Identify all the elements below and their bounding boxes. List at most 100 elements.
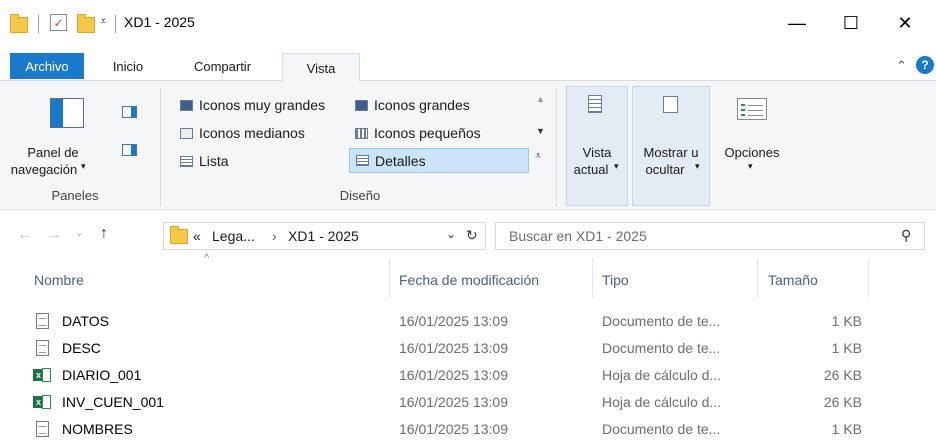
- gallery-scroll-down-icon[interactable]: ▼: [536, 126, 545, 136]
- layout-label: Iconos grandes: [374, 97, 470, 113]
- breadcrumb-xd1[interactable]: XD1 - 2025: [288, 228, 359, 244]
- text-file-icon: [36, 421, 49, 437]
- text-file-icon: [36, 313, 49, 329]
- file-size: 26 KB: [823, 394, 862, 410]
- column-divider[interactable]: [757, 258, 758, 298]
- opciones-button[interactable]: Opciones: [714, 144, 790, 161]
- file-size: 26 KB: [823, 367, 862, 383]
- file-row[interactable]: x INV_CUEN_001 16/01/2025 13:09 Hoja de …: [0, 387, 936, 417]
- layout-lista[interactable]: Lista: [180, 150, 229, 172]
- large-icons-icon: [355, 99, 368, 111]
- tab-inicio[interactable]: Inicio: [96, 53, 160, 79]
- layout-detalles-selected[interactable]: Detalles: [349, 148, 529, 173]
- file-size: 1 KB: [831, 340, 862, 356]
- layout-iconos-pequenos[interactable]: Iconos pequeños: [355, 122, 481, 144]
- file-name: DESC: [62, 340, 101, 356]
- column-header-size[interactable]: Tamaño: [768, 262, 818, 298]
- file-row[interactable]: DESC 16/01/2025 13:09 Documento de te...…: [0, 333, 936, 363]
- help-icon[interactable]: ?: [916, 56, 934, 74]
- column-header-date[interactable]: Fecha de modificación: [399, 262, 539, 298]
- file-type: Documento de te...: [602, 421, 721, 437]
- maximize-button[interactable]: ☐: [828, 5, 874, 41]
- column-divider[interactable]: [868, 258, 869, 298]
- group-label-paneles: Paneles: [51, 188, 99, 203]
- details-pane-icon[interactable]: [122, 144, 137, 156]
- breadcrumb-separator: ›: [272, 228, 277, 244]
- folder-icon: [170, 226, 188, 244]
- refresh-icon[interactable]: ↻: [466, 227, 478, 244]
- file-row[interactable]: DATOS 16/01/2025 13:09 Documento de te..…: [0, 306, 936, 336]
- gallery-scroll-up-icon[interactable]: ▲: [536, 94, 545, 104]
- tab-vista[interactable]: Vista: [282, 53, 360, 82]
- file-row[interactable]: NOMBRES 16/01/2025 13:09 Documento de te…: [0, 414, 936, 444]
- collapse-ribbon-icon[interactable]: ⌃: [896, 58, 907, 74]
- up-arrow-icon[interactable]: ↑: [100, 225, 108, 243]
- navigation-pane-icon[interactable]: [50, 98, 84, 128]
- preview-pane-icon[interactable]: [122, 106, 137, 118]
- file-date: 16/01/2025 13:09: [399, 367, 508, 383]
- navigation-pane-label-2[interactable]: navegación: [4, 161, 84, 178]
- customize-qa-dropdown-icon[interactable]: ⩡: [100, 14, 107, 29]
- breadcrumb-lega[interactable]: Lega...: [212, 228, 255, 244]
- minimize-button[interactable]: —: [774, 5, 820, 41]
- properties-check-icon[interactable]: ✓: [50, 14, 67, 31]
- file-row[interactable]: x DIARIO_001 16/01/2025 13:09 Hoja de cá…: [0, 360, 936, 390]
- file-date: 16/01/2025 13:09: [399, 394, 508, 410]
- file-date: 16/01/2025 13:09: [399, 421, 508, 437]
- file-type: Documento de te...: [602, 340, 721, 356]
- qa-separator: [38, 15, 39, 33]
- file-type: Hoja de cálculo d...: [602, 367, 722, 383]
- layout-label: Iconos pequeños: [374, 125, 481, 141]
- spreadsheet-file-icon: x: [33, 367, 51, 383]
- options-icon[interactable]: [737, 98, 767, 120]
- group-separator: [160, 88, 161, 206]
- file-date: 16/01/2025 13:09: [399, 313, 508, 329]
- tab-archivo[interactable]: Archivo: [10, 53, 84, 79]
- file-size: 1 KB: [831, 421, 862, 437]
- back-arrow-icon[interactable]: ←: [17, 226, 33, 244]
- layout-iconos-grandes[interactable]: Iconos grandes: [355, 94, 470, 116]
- vista-actual-label-1: Vista: [582, 145, 612, 160]
- group-label-diseno: Diseño: [339, 188, 381, 203]
- layout-label: Iconos muy grandes: [199, 97, 326, 113]
- tab-compartir[interactable]: Compartir: [175, 53, 270, 79]
- file-name: NOMBRES: [62, 421, 133, 437]
- layout-iconos-medianos[interactable]: Iconos medianos: [180, 122, 305, 144]
- navigation-pane-dropdown-icon[interactable]: ▾: [81, 161, 86, 172]
- column-divider[interactable]: [592, 258, 593, 298]
- sort-ascending-icon: ^: [204, 252, 210, 264]
- title-separator: [115, 15, 116, 33]
- file-size: 1 KB: [831, 313, 862, 329]
- address-overflow[interactable]: «: [193, 228, 201, 244]
- column-divider[interactable]: [389, 258, 390, 298]
- search-icon[interactable]: ⚲: [901, 227, 911, 244]
- opciones-dropdown-icon[interactable]: ▾: [748, 161, 753, 172]
- file-name: DIARIO_001: [62, 367, 142, 383]
- column-header-type[interactable]: Tipo: [602, 262, 629, 298]
- address-dropdown-icon[interactable]: ⌄: [446, 227, 456, 241]
- window-title: XD1 - 2025: [124, 14, 195, 30]
- details-icon: [356, 155, 369, 166]
- mostrar-dropdown-icon: ▾: [695, 161, 700, 171]
- mostrar-label-1: Mostrar u: [643, 145, 699, 160]
- folder-icon: [10, 14, 28, 33]
- vista-actual-label-2: actual: [573, 162, 609, 177]
- search-input[interactable]: Buscar en XD1 - 2025: [509, 228, 647, 244]
- column-header-name[interactable]: Nombre: [34, 262, 84, 298]
- file-date: 16/01/2025 13:09: [399, 340, 508, 356]
- layout-iconos-muy-grandes[interactable]: Iconos muy grandes: [180, 94, 325, 116]
- new-folder-icon[interactable]: [77, 14, 95, 33]
- recent-locations-icon[interactable]: ⌄: [75, 228, 83, 239]
- gallery-expand-icon[interactable]: ⩡: [535, 150, 541, 163]
- close-button[interactable]: ✕: [882, 5, 928, 41]
- navigation-pane-label-1[interactable]: Panel de: [8, 144, 98, 161]
- medium-icons-icon: [180, 127, 193, 139]
- layout-label: Iconos medianos: [199, 125, 305, 141]
- layout-label: Lista: [199, 153, 229, 169]
- mostrar-label-2: ocultar: [645, 162, 685, 177]
- show-hide-icon: [663, 96, 678, 113]
- spreadsheet-file-icon: x: [33, 394, 51, 410]
- forward-arrow-icon[interactable]: →: [46, 226, 62, 244]
- layout-label: Detalles: [375, 152, 426, 169]
- text-file-icon: [36, 340, 49, 356]
